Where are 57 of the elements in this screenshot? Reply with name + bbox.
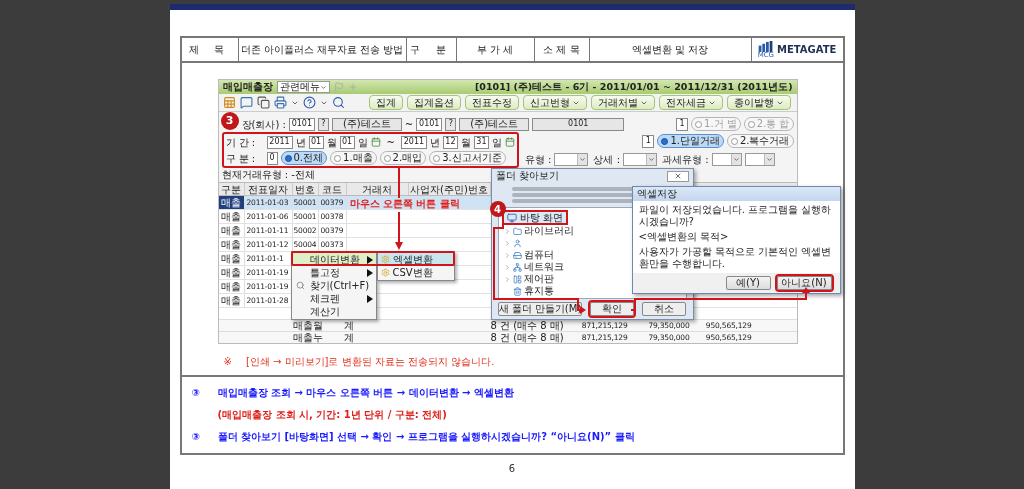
- column-header: 거래처: [346, 183, 409, 195]
- header-label: 구 분: [410, 43, 452, 57]
- page-number: 6: [508, 462, 516, 476]
- field-label: 장(회사) :: [241, 117, 286, 132]
- table-cell-text: 8 건 (매수 8 매): [490, 320, 565, 331]
- table-cell: 매출: [218, 266, 245, 279]
- field-label: 구 분 :: [225, 151, 257, 166]
- document-title: 더존 아이플러스 재무자료 전송 방법: [240, 43, 404, 57]
- column-header: 번호: [292, 183, 319, 195]
- field-label: 상세 :: [593, 152, 620, 167]
- summary-label: 계: [342, 320, 355, 331]
- table-cell-text: 8 건 (매수 8 매): [490, 332, 565, 343]
- remark-text: (매입매출장 조회 시, 기간: 1년 단위 / 구분: 전체): [217, 409, 447, 421]
- unit-label: 일: [357, 135, 368, 150]
- dialog-message: 사용자가 가공할 목적으로 기본적인 엑셀변환만을 수행합니다.: [638, 246, 833, 270]
- column-header: 전표일자: [244, 183, 293, 195]
- table-cell: 매출: [218, 210, 245, 223]
- step-mark: ③: [191, 387, 201, 399]
- range-tilde: ~: [385, 135, 396, 150]
- summary-label: 매출월: [291, 320, 324, 331]
- subtitle-text: 엑셀변환 및 저장: [631, 43, 709, 57]
- step-text: 매입매출장 조회 → 마우스 오른쪽 버튼 → 데이터변환 → 엑셀변환: [217, 387, 514, 399]
- note-text: [인쇄 → 미리보기]로 변환된 자료는 전송되지 않습니다.: [245, 355, 495, 369]
- unit-label: 월: [326, 135, 337, 150]
- field-label: 기 간 :: [225, 135, 257, 150]
- unit-label: 년: [295, 135, 306, 150]
- summary-label: 계: [342, 332, 355, 343]
- unit-label: 월: [460, 135, 471, 150]
- table-cell: 매출: [218, 294, 245, 307]
- unit-label: 년: [429, 135, 440, 150]
- range-tilde: ~: [404, 117, 414, 132]
- field-label: 과세유형 :: [662, 152, 709, 167]
- dialog-title: 엑셀저장: [636, 189, 677, 199]
- callout-badge: 3: [220, 112, 239, 130]
- column-header: 코드: [318, 183, 347, 195]
- step-mark: ③: [191, 431, 201, 443]
- note-mark: ※: [223, 355, 232, 369]
- header-label: 소 제 목: [543, 43, 580, 57]
- step-text: 폴더 찾아보기 [바탕화면] 선택 → 확인 → 프로그램을 실행하시겠습니까? “아니요(N)” 클릭: [217, 431, 635, 443]
- table-cell: 매출: [218, 196, 245, 209]
- dialog-title: 폴더 찾아보기: [495, 171, 560, 181]
- column-header: 구분: [218, 183, 245, 195]
- summary-label: 매출누: [291, 332, 324, 343]
- table-cell: 매출: [218, 280, 245, 293]
- table-cell: 매출: [218, 252, 245, 265]
- annotation-text: 마우스 오른쪽 버튼 클릭: [349, 198, 460, 210]
- company-period-info: [0101] (주)테스트 - 6기 - 2011/01/01 ~ 2011/12/31 (2011년도): [475, 82, 793, 92]
- unit-label: 일: [491, 135, 502, 150]
- category-text: 부 가 세: [476, 43, 514, 57]
- table-cell: 매출: [218, 224, 245, 237]
- window-title: 매입매출장: [222, 82, 273, 92]
- field-label: 유형 :: [524, 152, 552, 167]
- logo-text: METAGATE: [777, 43, 837, 57]
- header-label: 제 목: [188, 43, 231, 57]
- status-text: 현재거래유형 : -전체: [221, 170, 315, 180]
- table-cell: 매출: [218, 238, 245, 251]
- column-header: 사업자(주민)번호: [408, 183, 491, 195]
